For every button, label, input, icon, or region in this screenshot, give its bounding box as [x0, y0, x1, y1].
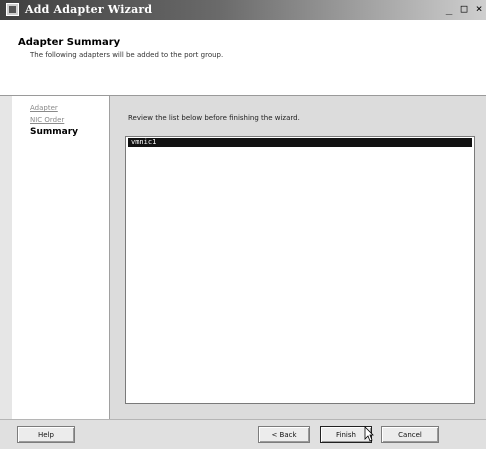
- minimize-icon[interactable]: _: [442, 1, 456, 16]
- window-controls: _ □ ×: [442, 1, 486, 16]
- help-button[interactable]: Help: [17, 426, 75, 443]
- maximize-icon[interactable]: □: [457, 1, 471, 16]
- page-subtitle: The following adapters will be added to …: [30, 51, 224, 59]
- button-bar: Help < Back Finish Cancel: [0, 419, 486, 449]
- page-title: Adapter Summary: [18, 37, 121, 48]
- step-adapter-link[interactable]: Adapter: [30, 104, 58, 112]
- title-bar[interactable]: Add Adapter Wizard _ □ ×: [0, 0, 486, 20]
- step-summary: Summary: [30, 127, 79, 137]
- mouse-pointer-icon: [364, 426, 374, 442]
- step-nic-order-link[interactable]: NIC Order: [30, 116, 64, 124]
- instruction-text: Review the list below before finishing t…: [128, 114, 300, 122]
- back-button[interactable]: < Back: [258, 426, 310, 443]
- wizard-header: Adapter Summary The following adapters w…: [0, 20, 486, 96]
- window-title: Add Adapter Wizard: [25, 3, 153, 16]
- cancel-button[interactable]: Cancel: [381, 426, 439, 443]
- adapter-list[interactable]: vmnic1: [125, 136, 475, 404]
- wizard-steps-panel: Adapter NIC Order Summary: [12, 96, 110, 419]
- close-icon[interactable]: ×: [472, 1, 486, 16]
- wizard-app-icon: [6, 3, 19, 16]
- list-item[interactable]: vmnic1: [128, 138, 472, 147]
- main-content: Review the list below before finishing t…: [110, 96, 486, 419]
